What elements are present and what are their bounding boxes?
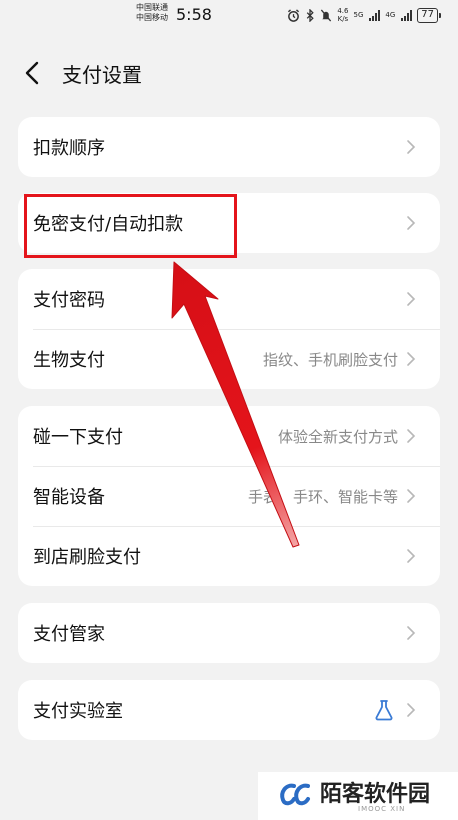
- settings-group-4: 碰一下支付 体验全新支付方式 智能设备 手表、手环、智能卡等 到店刷脸支付: [18, 406, 440, 586]
- net-speed-unit: K/s: [337, 15, 349, 23]
- row-label: 支付实验室: [33, 701, 123, 722]
- row-label: 生物支付: [33, 350, 105, 371]
- status-bar: 中国联通 中国移动 5:58 4.6 K/s 5G 4G 77: [0, 0, 458, 36]
- row-subtitle: 手表、手环、智能卡等: [247, 487, 398, 506]
- row-payment-manager[interactable]: 支付管家: [18, 603, 440, 663]
- net-speed: 4.6 K/s: [337, 7, 348, 23]
- row-subtitle: 体验全新支付方式: [277, 427, 398, 446]
- carrier-2: 中国移动: [136, 13, 168, 22]
- row-smart-devices[interactable]: 智能设备 手表、手环、智能卡等: [18, 466, 440, 526]
- status-icons: 4.6 K/s 5G 4G 77: [287, 7, 441, 23]
- chevron-right-icon: [407, 703, 416, 717]
- settings-group-3: 支付密码 生物支付 指纹、手机刷脸支付: [18, 269, 440, 389]
- settings-group-6: 支付实验室: [18, 680, 440, 740]
- chevron-right-icon: [407, 429, 416, 443]
- row-label: 智能设备: [33, 487, 105, 508]
- row-in-store-face-payment[interactable]: 到店刷脸支付: [18, 526, 440, 586]
- row-subtitle: 指纹、手机刷脸支付: [262, 350, 398, 369]
- highlight-box: [24, 194, 237, 258]
- chevron-right-icon: [407, 626, 416, 640]
- signal-2-bars-icon: [401, 9, 413, 21]
- header: 支付设置: [0, 50, 458, 96]
- row-label: 支付密码: [33, 290, 105, 311]
- row-label: 碰一下支付: [33, 427, 123, 448]
- page-title: 支付设置: [62, 63, 142, 87]
- watermark-subtitle: IMOOC XIN: [358, 805, 406, 813]
- alarm-icon: [288, 8, 300, 22]
- settings-group-1: 扣款顺序: [18, 117, 440, 177]
- carrier-info: 中国联通 中国移动: [136, 3, 168, 23]
- watermark-logo-icon: [280, 783, 310, 806]
- row-payment-lab[interactable]: 支付实验室: [18, 680, 440, 740]
- back-button[interactable]: [18, 58, 48, 88]
- row-label: 扣款顺序: [33, 138, 105, 159]
- chevron-right-icon: [407, 489, 416, 503]
- watermark-title: 陌客软件园: [320, 781, 431, 807]
- row-deduction-order[interactable]: 扣款顺序: [18, 117, 440, 177]
- row-biometric-payment[interactable]: 生物支付 指纹、手机刷脸支付: [18, 329, 440, 389]
- row-tap-to-pay[interactable]: 碰一下支付 体验全新支付方式: [18, 406, 440, 466]
- net-speed-value: 4.6: [337, 7, 349, 15]
- settings-group-5: 支付管家: [18, 603, 440, 663]
- status-time: 5:58: [176, 5, 212, 24]
- flask-icon: [375, 700, 393, 721]
- battery-level: 77: [417, 7, 441, 23]
- watermark: 陌客软件园 IMOOC XIN: [258, 772, 458, 820]
- row-payment-password[interactable]: 支付密码: [18, 269, 440, 329]
- signal-2-label: 4G: [385, 11, 396, 19]
- row-label: 支付管家: [33, 624, 105, 645]
- signal-1-bars-icon: [369, 9, 381, 21]
- back-arrow-icon: [25, 61, 39, 85]
- chevron-right-icon: [407, 292, 416, 306]
- chevron-right-icon: [407, 549, 416, 563]
- chevron-right-icon: [407, 352, 416, 366]
- signal-1-label: 5G: [353, 11, 364, 19]
- chevron-right-icon: [407, 216, 416, 230]
- bluetooth-icon: [307, 8, 315, 22]
- row-label: 到店刷脸支付: [33, 547, 141, 568]
- chevron-right-icon: [407, 140, 416, 154]
- mute-icon: [321, 9, 332, 21]
- carrier-1: 中国联通: [136, 3, 168, 12]
